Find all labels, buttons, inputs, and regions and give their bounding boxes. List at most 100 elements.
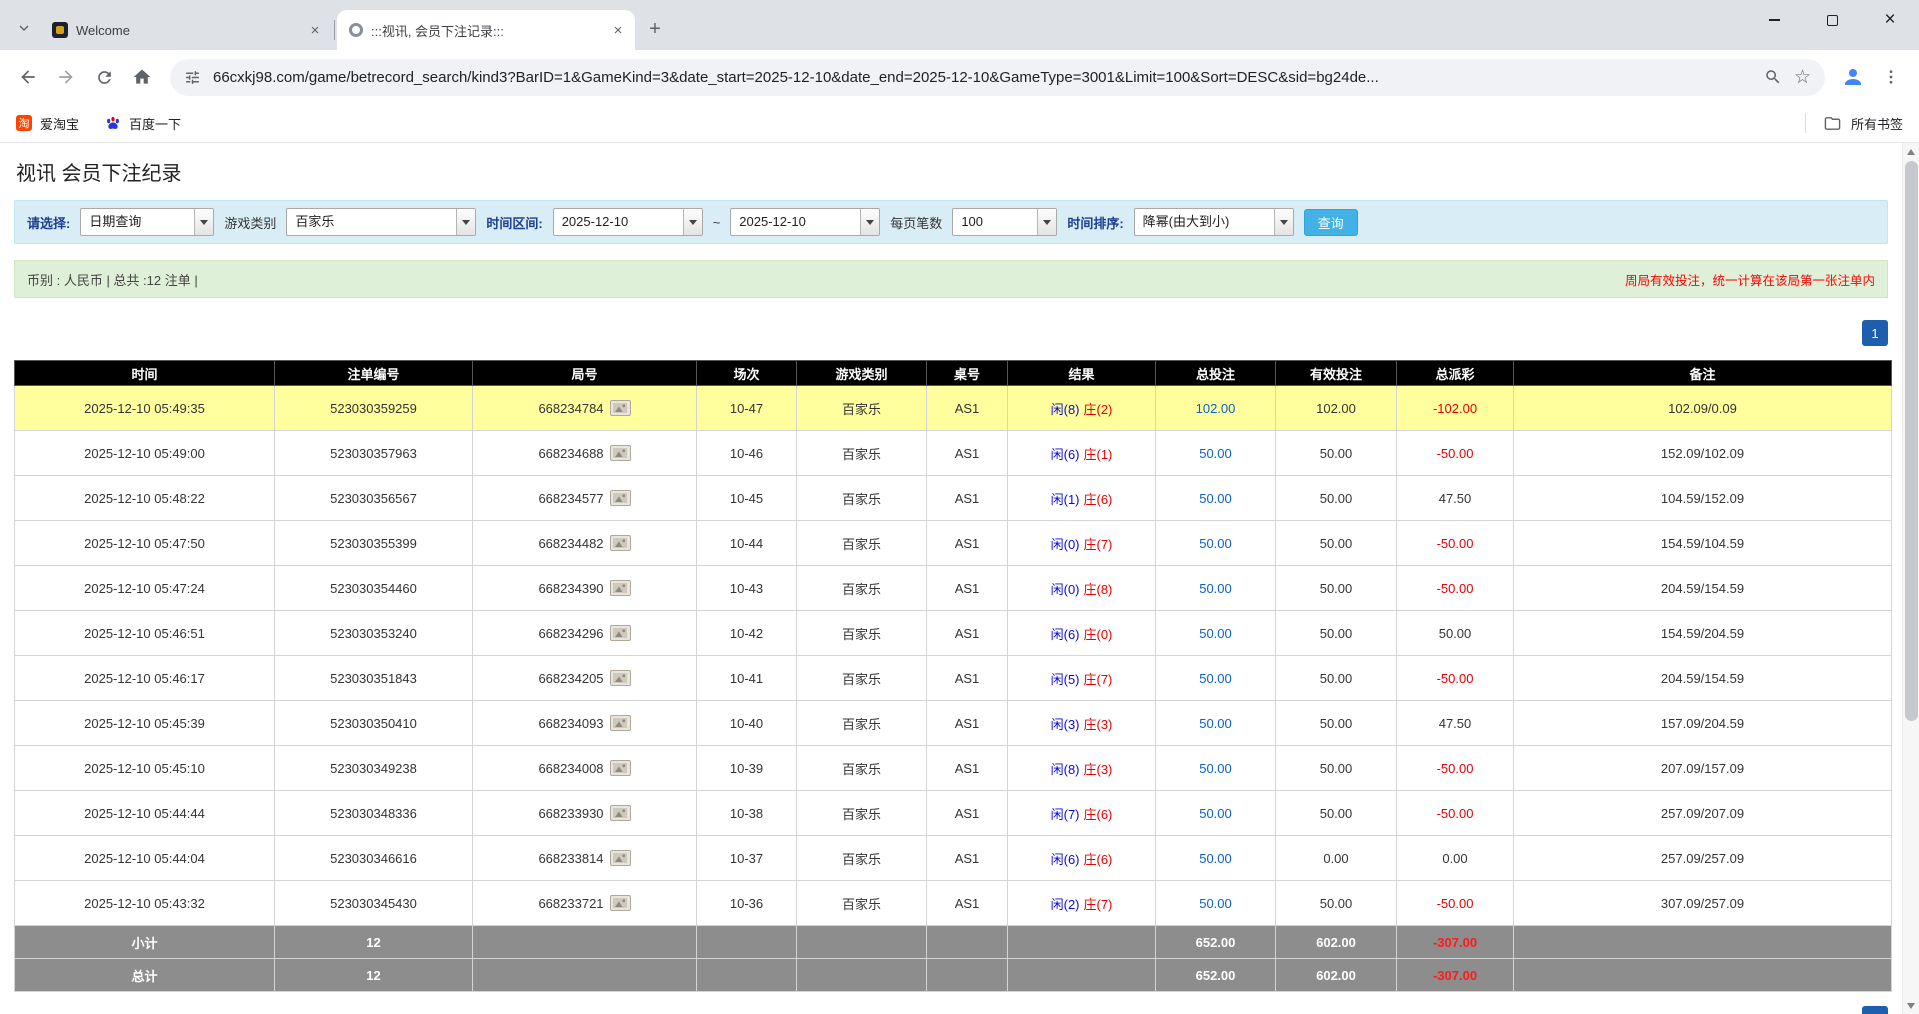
scrollbar-down-arrow-icon[interactable] [1903, 997, 1919, 1014]
date-end-select[interactable]: 2025-12-10 [730, 208, 880, 236]
cell-note: 154.59/204.59 [1514, 611, 1892, 656]
col-result: 结果 [1008, 361, 1156, 386]
cell-table: AS1 [927, 836, 1008, 881]
chevron-down-icon [16, 20, 32, 36]
col-game-type: 游戏类别 [797, 361, 927, 386]
close-button[interactable]: × [1861, 0, 1919, 40]
col-time: 时间 [15, 361, 275, 386]
page-1-button[interactable]: 1 [1862, 1006, 1888, 1014]
cell-round: 668234008 [473, 746, 697, 791]
tab-welcome[interactable]: Welcome × [40, 10, 332, 50]
three-dots-icon [1882, 68, 1900, 86]
result-banker: 庄(7) [1084, 897, 1113, 912]
cell-round: 668234296 [473, 611, 697, 656]
cell-total-bet[interactable]: 50.00 [1156, 836, 1276, 881]
cell-total-bet[interactable]: 50.00 [1156, 611, 1276, 656]
tab-bet-records[interactable]: :::视讯, 会员下注记录::: × [337, 10, 635, 50]
cell-valid-bet: 50.00 [1276, 881, 1397, 926]
subtotal-payout: -307.00 [1397, 926, 1514, 959]
cell-payout: -50.00 [1397, 881, 1514, 926]
cell-total-bet[interactable]: 102.00 [1156, 386, 1276, 431]
replay-icon[interactable] [610, 580, 631, 596]
scrollbar-thumb[interactable] [1905, 161, 1918, 721]
table-row: 2025-12-10 05:48:22 523030356567 6682345… [15, 476, 1892, 521]
cell-note: 157.09/204.59 [1514, 701, 1892, 746]
page-1-button[interactable]: 1 [1862, 320, 1888, 346]
date-start-select[interactable]: 2025-12-10 [553, 208, 703, 236]
date-range-label: 时间区间: [486, 213, 542, 232]
cell-total-bet[interactable]: 50.00 [1156, 431, 1276, 476]
bookmark-aitaobao[interactable]: 淘 爱淘宝 [16, 114, 79, 133]
replay-icon[interactable] [610, 895, 631, 911]
forward-button[interactable] [48, 59, 84, 95]
tab-title: :::视讯, 会员下注记录::: [371, 21, 601, 40]
bookmark-star-icon[interactable]: ☆ [1794, 68, 1811, 87]
minimize-button[interactable] [1745, 0, 1803, 40]
replay-icon[interactable] [610, 490, 631, 506]
table-foot: 小计 12 652.00 602.00 -307.00 总计 12 [15, 926, 1892, 992]
per-page-select[interactable]: 100 [952, 208, 1057, 236]
cell-session: 10-39 [697, 746, 797, 791]
cell-game: 百家乐 [797, 521, 927, 566]
tab-close-icon[interactable]: × [306, 21, 324, 39]
replay-icon[interactable] [610, 670, 631, 686]
menu-button[interactable] [1873, 59, 1909, 95]
tab-close-icon[interactable]: × [609, 21, 627, 39]
game-type-value: 百家乐 [287, 209, 456, 235]
profile-button[interactable] [1835, 59, 1871, 95]
col-table: 桌号 [927, 361, 1008, 386]
home-button[interactable] [124, 59, 160, 95]
game-type-select[interactable]: 百家乐 [286, 208, 476, 236]
cell-session: 10-42 [697, 611, 797, 656]
replay-icon[interactable] [610, 715, 631, 731]
cell-total-bet[interactable]: 50.00 [1156, 791, 1276, 836]
scrollbar-up-arrow-icon[interactable] [1903, 143, 1919, 160]
zoom-icon[interactable] [1764, 68, 1782, 86]
back-button[interactable] [10, 59, 46, 95]
replay-icon[interactable] [610, 760, 631, 776]
page-scrollbar[interactable] [1902, 143, 1919, 1014]
welcome-favicon-icon [52, 22, 68, 38]
cell-table: AS1 [927, 476, 1008, 521]
cell-total-bet[interactable]: 50.00 [1156, 521, 1276, 566]
window-controls: × [1745, 0, 1919, 40]
replay-icon[interactable] [610, 400, 631, 416]
replay-icon[interactable] [610, 850, 631, 866]
minimize-icon [1769, 19, 1780, 21]
browser-window: Welcome × :::视讯, 会员下注记录::: × + × [0, 0, 1919, 1014]
navigation-bar: 66cxkj98.com/game/betrecord_search/kind3… [0, 50, 1919, 104]
subtotal-total-bet: 652.00 [1156, 926, 1276, 959]
maximize-button[interactable] [1803, 0, 1861, 40]
cell-total-bet[interactable]: 50.00 [1156, 746, 1276, 791]
cell-total-bet[interactable]: 50.00 [1156, 566, 1276, 611]
round-number: 668234390 [538, 581, 603, 596]
cell-time: 2025-12-10 05:46:17 [15, 656, 275, 701]
cell-total-bet[interactable]: 50.00 [1156, 476, 1276, 521]
cell-session: 10-38 [697, 791, 797, 836]
address-bar[interactable]: 66cxkj98.com/game/betrecord_search/kind3… [170, 59, 1825, 96]
all-bookmarks-button[interactable]: 所有书签 [1805, 113, 1903, 133]
replay-icon[interactable] [610, 535, 631, 551]
tab-search-button[interactable] [10, 14, 38, 42]
refresh-button[interactable] [86, 59, 122, 95]
search-button[interactable]: 查询 [1304, 209, 1358, 236]
replay-icon[interactable] [610, 625, 631, 641]
cell-total-bet[interactable]: 50.00 [1156, 881, 1276, 926]
replay-icon[interactable] [610, 445, 631, 461]
page-content: 视讯 会员下注纪录 请选择: 日期查询 游戏类别 百家乐 时间区间: 2025-… [0, 143, 1919, 1014]
date-mode-select[interactable]: 日期查询 [80, 208, 214, 236]
round-number: 668234688 [538, 446, 603, 461]
col-round: 局号 [473, 361, 697, 386]
result-player: 闲(3) [1051, 717, 1080, 732]
new-tab-button[interactable]: + [641, 15, 669, 43]
cell-total-bet[interactable]: 50.00 [1156, 656, 1276, 701]
cell-game: 百家乐 [797, 746, 927, 791]
table-row: 2025-12-10 05:45:10 523030349238 6682340… [15, 746, 1892, 791]
sort-select[interactable]: 降幂(由大到小) [1134, 208, 1294, 236]
bookmark-baidu[interactable]: 百度一下 [105, 114, 181, 133]
chevron-down-icon [456, 209, 475, 235]
cell-total-bet[interactable]: 50.00 [1156, 701, 1276, 746]
site-info-icon[interactable] [184, 69, 201, 86]
table-row: 2025-12-10 05:45:39 523030350410 6682340… [15, 701, 1892, 746]
replay-icon[interactable] [610, 805, 631, 821]
